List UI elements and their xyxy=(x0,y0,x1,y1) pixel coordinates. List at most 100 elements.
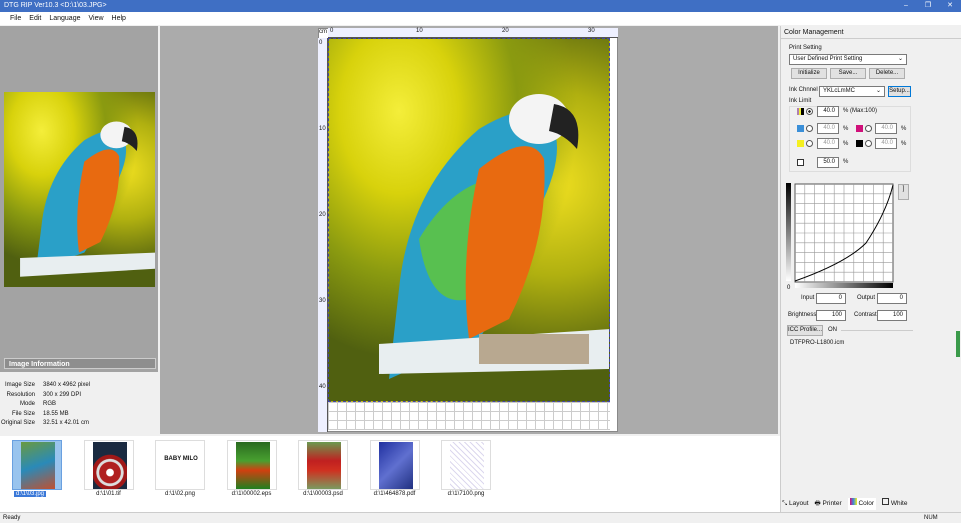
max-label: % (Max:100) xyxy=(843,108,878,114)
thumbnail-label[interactable]: d:\1\00003.psd xyxy=(288,491,358,497)
menu-language[interactable]: Language xyxy=(49,12,80,25)
ruler-tick: 10 xyxy=(416,28,423,34)
percent-label: % xyxy=(901,126,907,132)
window-title: DTG RIP Ver10.3 <D:\1\03.JPG> xyxy=(4,2,107,9)
image-info-panel: Image Size 3840 x 4962 pixel Resolution 300… xyxy=(0,372,158,434)
output-field[interactable]: 0 xyxy=(877,293,907,304)
menu-edit[interactable]: Edit xyxy=(29,12,41,25)
info-row: Original Size 32.51 x 42.01 cm xyxy=(0,419,158,429)
cyan-swatch xyxy=(797,125,804,132)
printer-icon: 🖶 xyxy=(814,500,821,507)
output-label: Output xyxy=(857,295,876,301)
thumbnail[interactable] xyxy=(441,440,491,490)
tab-layout[interactable]: ⤡ Layout xyxy=(782,498,809,510)
input-label: Input xyxy=(801,295,815,301)
close-button[interactable]: ✕ xyxy=(939,0,961,12)
layout-icon: ⤡ xyxy=(782,500,788,507)
yellow-limit-input[interactable]: 40.0 xyxy=(817,138,839,149)
save-button[interactable]: Save... xyxy=(830,68,866,79)
thumbnail[interactable] xyxy=(83,440,134,490)
icc-file-name: DTFPRO-L1800.icm xyxy=(790,340,845,346)
ruler-tick: 10 xyxy=(319,126,326,132)
info-value: 3840 x 4962 pixel xyxy=(43,382,91,388)
thumbnail-image xyxy=(307,442,341,489)
chevron-down-icon: ⌄ xyxy=(875,88,881,94)
thumbnail[interactable]: BABY MILO xyxy=(155,440,205,490)
thumbnail-label[interactable]: d:\1\01.tif xyxy=(74,491,144,497)
yellow-radio[interactable] xyxy=(806,140,813,147)
title-bar: DTG RIP Ver10.3 <D:\1\03.JPG> xyxy=(0,0,961,12)
input-field[interactable]: 0 xyxy=(816,293,846,304)
all-inks-limit-input[interactable]: 40.0 xyxy=(817,106,839,117)
icc-state: ON xyxy=(828,327,837,333)
brightness-field[interactable]: 100 xyxy=(816,310,846,321)
minimize-button[interactable]: – xyxy=(895,0,917,12)
tone-curve-editor[interactable]: 0 xyxy=(786,183,906,293)
thumbnail-strip: d:\1\03.jpg d:\1\01.tif BABY MILO d:\1\02.p… xyxy=(0,436,780,512)
menu-help[interactable]: Help xyxy=(112,12,126,25)
menu-file[interactable]: File xyxy=(10,12,21,25)
magenta-limit-input[interactable]: 40.0 xyxy=(875,123,897,134)
white-limit-input[interactable]: 50.0 xyxy=(817,157,839,168)
image-info-header: Image Information xyxy=(4,358,156,369)
percent-label: % xyxy=(843,126,849,132)
chevron-down-icon: ⌄ xyxy=(897,56,903,62)
scrollbar-thumb[interactable] xyxy=(956,331,960,357)
black-radio[interactable] xyxy=(865,140,872,147)
maximize-button[interactable]: ❐ xyxy=(917,0,939,12)
thumbnail-label[interactable]: d:\1\03.jpg xyxy=(14,491,47,497)
thumbnail-label[interactable]: d:\1\7100.png xyxy=(431,491,501,497)
curve-origin-label: 0 xyxy=(787,285,791,291)
thumbnail-image xyxy=(21,442,55,489)
thumbnail-label[interactable]: d:\1\02.png xyxy=(145,491,215,497)
info-row: Image Size 3840 x 4962 pixel xyxy=(0,381,158,391)
thumbnail-image xyxy=(378,442,413,489)
tab-color[interactable]: Color xyxy=(847,498,877,510)
thumbnail[interactable] xyxy=(12,440,62,490)
color-icon xyxy=(849,498,857,505)
info-value: 18.55 MB xyxy=(43,410,69,417)
cyan-radio[interactable] xyxy=(806,125,813,132)
info-row: Mode RGB xyxy=(0,400,158,410)
info-value: RGB xyxy=(43,401,57,407)
magenta-radio[interactable] xyxy=(865,125,872,132)
menu-view[interactable]: View xyxy=(89,12,104,25)
print-setting-select[interactable]: User Defined Print Setting ⌄ xyxy=(789,54,907,65)
all-inks-radio[interactable] xyxy=(806,108,813,115)
percent-label: % xyxy=(843,159,849,165)
preview-image xyxy=(4,92,155,287)
cyan-limit-input[interactable]: 40.0 xyxy=(817,123,839,134)
parrot-image xyxy=(379,94,609,379)
color-management-panel: Color Management Print Setting User Defi… xyxy=(780,26,961,512)
brightness-label: Brightness xyxy=(788,312,817,318)
contrast-label: Contrast xyxy=(854,312,877,318)
contrast-field[interactable]: 100 xyxy=(877,310,907,321)
initialize-button[interactable]: Initialize xyxy=(791,68,827,79)
panel-title: Color Management xyxy=(784,29,844,36)
icc-profile-button[interactable]: ICC Profile... xyxy=(787,325,823,336)
thumbnail[interactable] xyxy=(226,440,277,490)
setup-button[interactable]: Setup... xyxy=(888,86,911,97)
thumbnail[interactable] xyxy=(298,440,348,490)
delete-button[interactable]: Delete... xyxy=(869,68,905,79)
ruler-unit: cm xyxy=(319,29,327,35)
all-inks-swatch xyxy=(797,108,804,115)
curve-reset-button[interactable]: ] xyxy=(898,184,909,200)
ink-channel-label: Ink Chnnel xyxy=(789,87,818,93)
tab-white[interactable]: White xyxy=(882,498,907,510)
status-text: Ready xyxy=(3,515,21,521)
black-limit-input[interactable]: 40.0 xyxy=(875,138,897,149)
print-setting-label: Print Setting xyxy=(789,45,822,51)
tab-printer[interactable]: 🖶 Printer xyxy=(815,498,842,510)
placed-image[interactable] xyxy=(328,38,610,402)
thumbnail-label[interactable]: d:\1\464878.pdf xyxy=(360,491,430,497)
percent-label: % xyxy=(901,141,907,147)
ink-limit-label: Ink Limit xyxy=(789,98,812,104)
thumbnail-label[interactable]: d:\1\00002.eps xyxy=(217,491,287,497)
ink-channel-select[interactable]: YKLcLmMC ⌄ xyxy=(819,86,885,97)
info-key: File Size xyxy=(11,410,35,417)
thumbnail-image: BABY MILO xyxy=(164,442,198,489)
thumbnail-image xyxy=(450,442,484,489)
ruler-top: cm 0 10 20 30 xyxy=(319,28,618,38)
thumbnail[interactable] xyxy=(369,440,420,490)
